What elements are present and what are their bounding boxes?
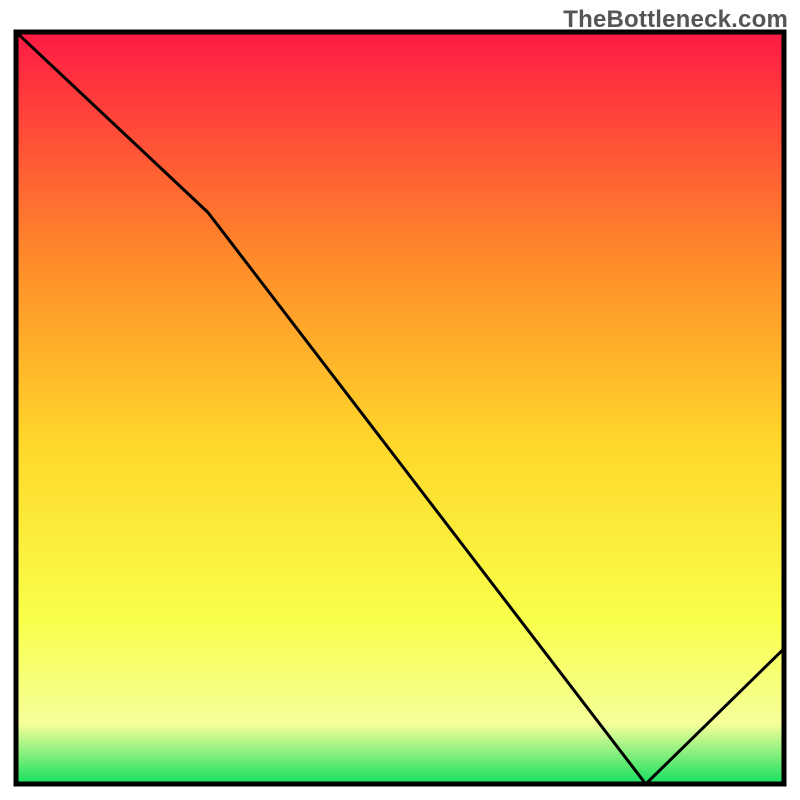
watermark-label: TheBottleneck.com [563, 6, 788, 34]
bottleneck-chart [0, 0, 800, 800]
plot-background [16, 32, 784, 784]
